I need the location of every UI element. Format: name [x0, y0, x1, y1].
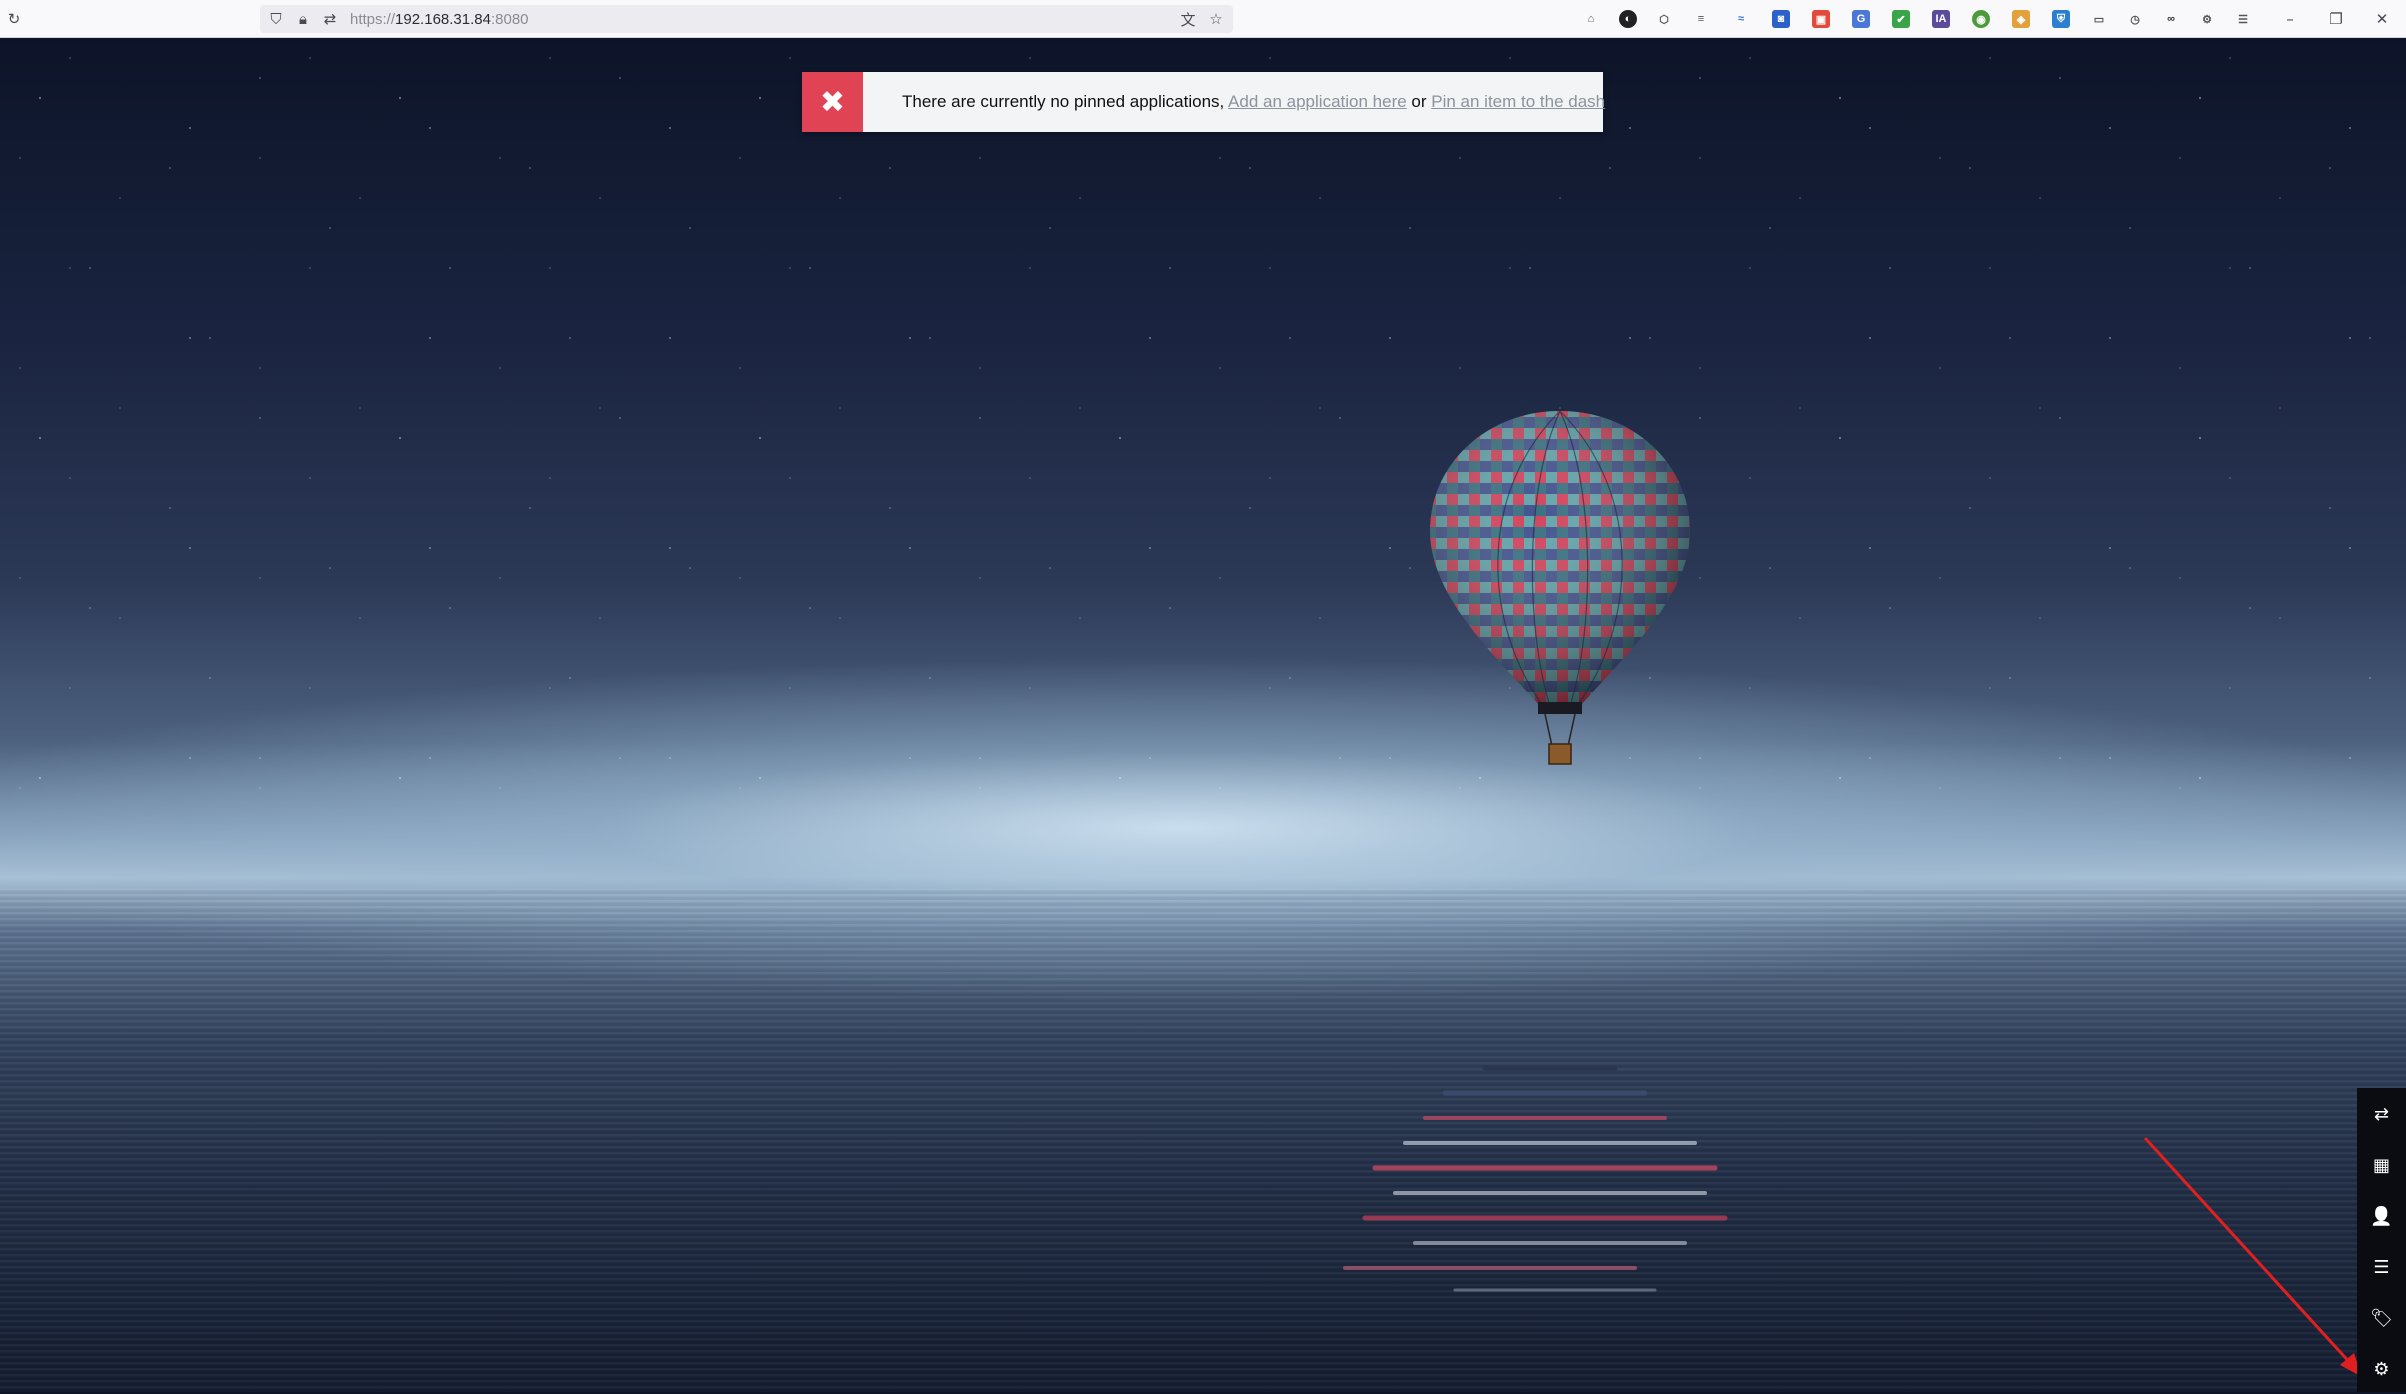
tags-button[interactable]: 🏷: [2357, 1294, 2406, 1343]
url-scheme: https://: [350, 11, 396, 28]
close-window-button[interactable]: ✕: [2372, 9, 2392, 29]
no-pinned-apps-notice: ✖ There are currently no pinned applicat…: [802, 72, 1605, 132]
reader-icon[interactable]: ≡: [1692, 10, 1710, 28]
star-icon[interactable]: ☆: [1206, 9, 1226, 29]
tag-icon: 🏷: [2370, 1308, 2393, 1329]
user-button[interactable]: 👤: [2357, 1192, 2406, 1241]
balloon-reflection: [1343, 1065, 1728, 1292]
list-icon: ☰: [2373, 1257, 2390, 1278]
settings-icon[interactable]: ⚙: [2198, 10, 2216, 28]
permissions-icon[interactable]: ⇄: [320, 9, 340, 29]
water-ripples: [0, 888, 2406, 1392]
restore-icon: ❐: [2329, 10, 2343, 28]
address-bar[interactable]: ⛉ 🔒︎ ⇄ https://192.168.31.84:8080 文 ☆: [260, 5, 1233, 33]
extension-blue-icon[interactable]: ≈: [1732, 10, 1750, 28]
reload-icon[interactable]: ↻: [4, 9, 24, 29]
bitwarden-icon[interactable]: ⛨: [2052, 10, 2070, 28]
add-application-link[interactable]: Add an application here: [1228, 92, 1407, 111]
switch-view-button[interactable]: ⇄: [2357, 1090, 2406, 1139]
notice-message: There are currently no pinned applicatio…: [902, 92, 1605, 112]
settings-cogs-icon: ⚙: [2373, 1359, 2390, 1380]
dark-reader-icon[interactable]: ◐: [1619, 10, 1637, 28]
glasses-icon[interactable]: ∞: [2162, 10, 2180, 28]
extension-icon[interactable]: ⬡: [1655, 10, 1673, 28]
dashboard-background: [0, 38, 2406, 1392]
url-host: 192.168.31.84: [395, 11, 491, 28]
url-text[interactable]: https://192.168.31.84:8080: [350, 11, 529, 28]
items-list-button[interactable]: ☰: [2357, 1243, 2406, 1292]
user-icon: 👤: [2370, 1206, 2393, 1227]
pin-item-link[interactable]: Pin an item to the dash: [1431, 92, 1605, 111]
translate-icon[interactable]: 文: [1178, 9, 1198, 29]
history-icon[interactable]: ◷: [2126, 10, 2144, 28]
globe-icon[interactable]: ◉: [1972, 10, 1990, 28]
notice-connector: or: [1406, 92, 1432, 111]
menu-icon[interactable]: ☰: [2234, 10, 2252, 28]
lock-icon[interactable]: 🔒︎: [293, 9, 313, 29]
switch-view-icon: ⇄: [2373, 1104, 2390, 1125]
shield-green-icon[interactable]: ✔: [1892, 10, 1910, 28]
pocket-icon[interactable]: ⌂: [1582, 10, 1600, 28]
minimize-button[interactable]: –: [2280, 9, 2300, 29]
apps-grid-icon: ▦: [2372, 1155, 2390, 1176]
shield-icon[interactable]: ⛉: [266, 9, 286, 29]
extension-blue2-icon[interactable]: ◙: [1772, 10, 1790, 28]
translate-ext-icon[interactable]: G: [1852, 10, 1870, 28]
close-icon: ✖: [819, 84, 846, 120]
stars-layer-2: [0, 38, 2406, 798]
ia-icon[interactable]: IA: [1932, 10, 1950, 28]
container-icon[interactable]: ▭: [2090, 10, 2108, 28]
settings-button[interactable]: ⚙: [2357, 1345, 2406, 1394]
extension-red-icon[interactable]: ▣: [1812, 10, 1830, 28]
restore-button[interactable]: ❐: [2326, 9, 2346, 29]
url-port: :8080: [490, 11, 529, 28]
browser-toolbar: ↻ ⛉ 🔒︎ ⇄ https://192.168.31.84:8080 文 ☆ …: [0, 0, 2406, 38]
close-icon: ✕: [2375, 10, 2389, 28]
apps-button[interactable]: ▦: [2357, 1141, 2406, 1190]
annotation-arrow: [2143, 1136, 2362, 1377]
notice-text: There are currently no pinned applicatio…: [902, 92, 1225, 111]
balloon-image: [1430, 410, 1690, 765]
side-menu: ⇄ ▦ 👤 ☰ 🏷 ⚙: [2357, 1088, 2406, 1392]
minimize-icon: –: [2286, 10, 2294, 28]
dismiss-notice-button[interactable]: ✖: [802, 72, 863, 132]
extension-orange-icon[interactable]: ◈: [2012, 10, 2030, 28]
